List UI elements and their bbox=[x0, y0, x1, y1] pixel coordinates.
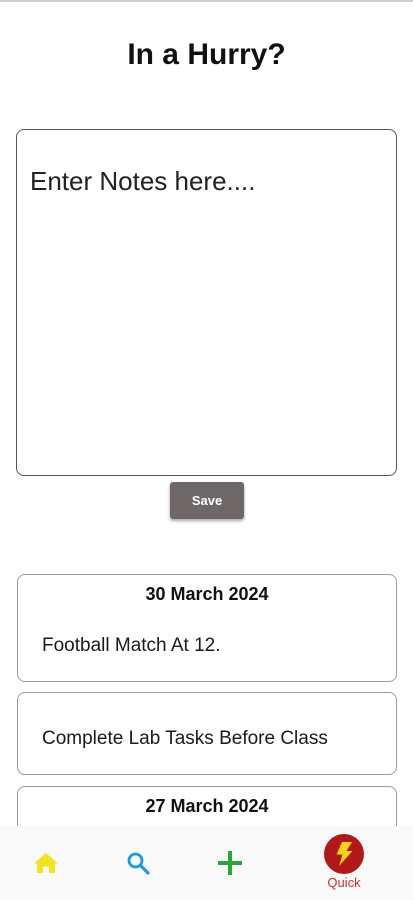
nav-search[interactable] bbox=[118, 826, 158, 900]
page-title: In a Hurry? bbox=[127, 38, 286, 71]
note-text: Football Match At 12. bbox=[42, 635, 221, 656]
note-date: 27 March 2024 bbox=[145, 796, 269, 816]
nav-quick-label: Quick bbox=[327, 875, 361, 890]
note-card[interactable]: Complete Lab Tasks Before Class bbox=[17, 692, 397, 775]
note-text: Complete Lab Tasks Before Class bbox=[42, 728, 328, 749]
bottom-navigation: Quick bbox=[0, 826, 413, 900]
nav-home[interactable] bbox=[26, 826, 66, 900]
note-date: 30 March 2024 bbox=[145, 584, 269, 604]
home-icon bbox=[34, 853, 58, 873]
notes-input[interactable] bbox=[16, 129, 397, 476]
quick-notes-screen: In a Hurry? Save 30 March 2024 Football … bbox=[0, 0, 413, 900]
nav-quick[interactable]: Quick bbox=[316, 826, 372, 900]
save-button[interactable]: Save bbox=[170, 482, 244, 519]
note-card[interactable]: 30 March 2024 Football Match At 12. bbox=[17, 574, 397, 682]
quick-active-indicator bbox=[324, 834, 364, 874]
search-icon bbox=[127, 852, 150, 875]
add-icon bbox=[218, 851, 242, 875]
nav-add[interactable] bbox=[210, 826, 250, 900]
top-divider bbox=[0, 0, 413, 2]
lightning-icon bbox=[336, 842, 353, 866]
